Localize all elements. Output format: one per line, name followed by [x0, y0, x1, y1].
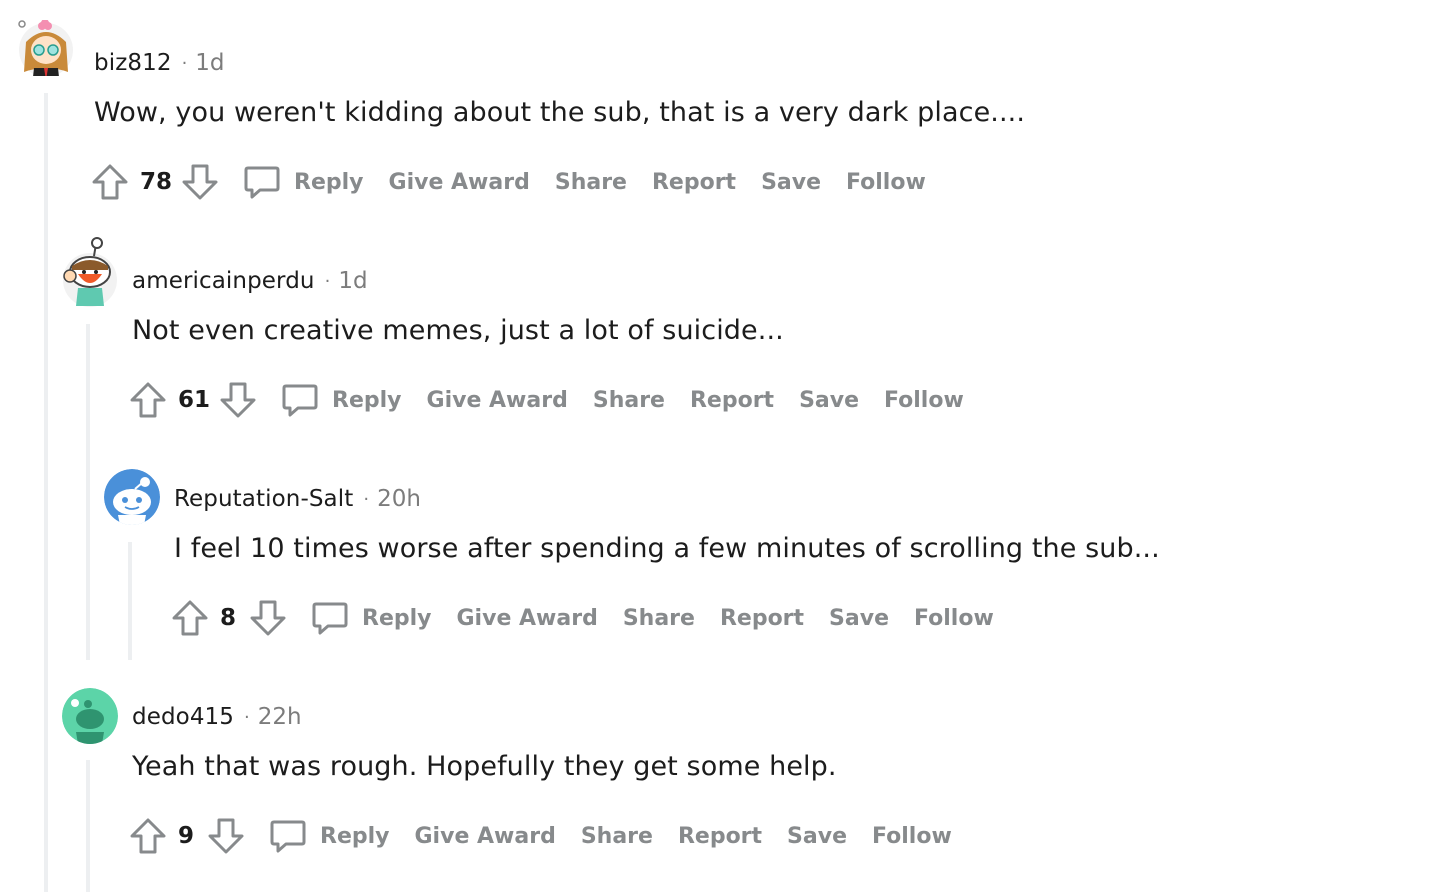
comment-body: Wow, you weren't kidding about the sub, … [94, 97, 1026, 128]
follow-button[interactable]: Follow [846, 170, 926, 195]
report-button[interactable]: Report [690, 388, 774, 413]
comment-meta: Reputation-Salt · 20h [174, 483, 421, 515]
username[interactable]: biz812 [94, 50, 172, 76]
report-button[interactable]: Report [678, 824, 762, 849]
comment-body: I feel 10 times worse after spending a f… [174, 533, 1160, 564]
comment-body: Not even creative memes, just a lot of s… [132, 315, 784, 346]
downvote-icon[interactable] [180, 162, 220, 202]
share-button[interactable]: Share [623, 606, 695, 631]
user-avatar[interactable] [104, 469, 160, 525]
reply-label: Reply [332, 387, 402, 413]
vote-score: 61 [178, 387, 211, 413]
thread-line-level-0[interactable] [44, 93, 48, 892]
comment-meta: biz812 · 1d [94, 47, 225, 79]
save-button[interactable]: Save [787, 824, 847, 849]
reply-button[interactable]: Reply [242, 162, 389, 202]
give-award-button[interactable]: Give Award [389, 170, 530, 195]
reply-button[interactable]: Reply [310, 598, 457, 638]
upvote-icon[interactable] [128, 380, 168, 420]
meta-separator: · [363, 488, 370, 510]
save-button[interactable]: Save [799, 388, 859, 413]
downvote-icon[interactable] [218, 380, 258, 420]
meta-separator: · [244, 706, 250, 728]
username[interactable]: americainperdu [132, 268, 315, 294]
thread-line-level-1b[interactable] [86, 760, 90, 892]
meta-separator: · [181, 52, 188, 74]
user-avatar[interactable] [18, 20, 74, 76]
report-button[interactable]: Report [720, 606, 804, 631]
upvote-icon[interactable] [170, 598, 210, 638]
comment-meta: dedo415 · 22h [132, 701, 302, 733]
vote-score: 9 [178, 823, 195, 849]
comment-actions: 9 Reply Give Award Share Report Save Fol… [128, 814, 977, 858]
comment-bubble-icon [270, 820, 306, 853]
reply-label: Reply [362, 605, 432, 631]
upvote-icon[interactable] [90, 162, 130, 202]
comment-actions: 8 Reply Give Award Share Report Save Fol… [170, 596, 1019, 640]
user-avatar[interactable] [62, 688, 118, 744]
snoo-avatar-icon [18, 20, 73, 76]
save-button[interactable]: Save [829, 606, 889, 631]
user-avatar[interactable] [62, 236, 118, 308]
report-button[interactable]: Report [652, 170, 736, 195]
timestamp[interactable]: 22h [258, 704, 302, 730]
reply-label: Reply [294, 169, 364, 195]
comment-actions: 78 Reply Give Award Share Report Save Fo… [90, 160, 951, 204]
snoo-avatar-icon [63, 237, 117, 307]
thread-line-level-1[interactable] [86, 324, 90, 660]
timestamp[interactable]: 20h [377, 486, 421, 512]
share-button[interactable]: Share [581, 824, 653, 849]
comment-bubble-icon [282, 384, 318, 417]
timestamp[interactable]: 1d [195, 50, 224, 76]
username[interactable]: Reputation-Salt [174, 486, 353, 512]
reply-label: Reply [320, 823, 390, 849]
vote-score: 8 [220, 605, 237, 631]
comment-body: Yeah that was rough. Hopefully they get … [132, 751, 837, 782]
downvote-icon[interactable] [248, 598, 288, 638]
reply-button[interactable]: Reply [280, 380, 427, 420]
save-button[interactable]: Save [761, 170, 821, 195]
reply-button[interactable]: Reply [268, 816, 415, 856]
share-button[interactable]: Share [555, 170, 627, 195]
give-award-button[interactable]: Give Award [415, 824, 556, 849]
comment-bubble-icon [244, 166, 280, 199]
give-award-button[interactable]: Give Award [427, 388, 568, 413]
snoo-avatar-icon [62, 688, 118, 744]
meta-separator: · [324, 270, 331, 292]
follow-button[interactable]: Follow [884, 388, 964, 413]
thread-line-level-2[interactable] [128, 542, 132, 660]
downvote-icon[interactable] [206, 816, 246, 856]
share-button[interactable]: Share [593, 388, 665, 413]
timestamp[interactable]: 1d [338, 268, 367, 294]
vote-score: 78 [140, 169, 173, 195]
comment-meta: americainperdu · 1d [132, 265, 368, 297]
comment-actions: 61 Reply Give Award Share Report Save Fo… [128, 378, 989, 422]
snoo-avatar-icon [104, 469, 160, 525]
follow-button[interactable]: Follow [914, 606, 994, 631]
give-award-button[interactable]: Give Award [457, 606, 598, 631]
username[interactable]: dedo415 [132, 704, 234, 730]
comment-bubble-icon [312, 602, 348, 635]
upvote-icon[interactable] [128, 816, 168, 856]
follow-button[interactable]: Follow [872, 824, 952, 849]
